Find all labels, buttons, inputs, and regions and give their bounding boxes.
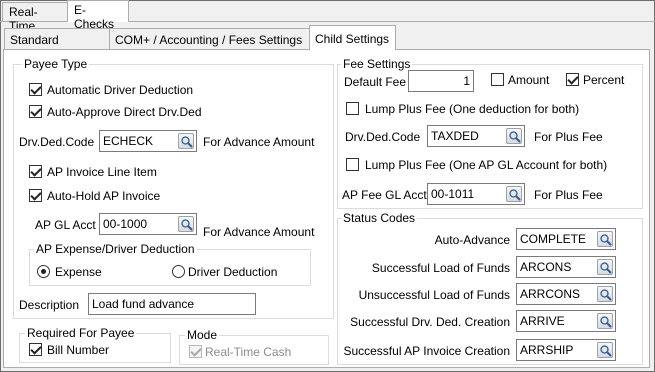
status-codes-legend: Status Codes (341, 211, 418, 225)
ap-invoice-line-item-checkbox[interactable] (29, 165, 42, 178)
ap-expense-driver-deduction-legend: AP Expense/Driver Deduction (34, 242, 197, 256)
successful-load-of-funds-value: ARCONS (520, 260, 572, 274)
ap-fee-gl-acct-field[interactable]: 00-1011 (427, 183, 525, 205)
tab-label: E-Checks (74, 3, 115, 31)
tab-label: COM+ / Accounting / Fees Settings (115, 33, 303, 47)
ap-invoice-line-item-label: AP Invoice Line Item (47, 165, 157, 179)
lump-plus-fee-gl-account-label: Lump Plus Fee (One AP GL Account for bot… (365, 158, 608, 172)
bill-number-label: Bill Number (47, 343, 110, 357)
fee-drv-ded-code-field[interactable]: TAXDED (427, 125, 525, 147)
successful-drv-ded-creation-label: Successful Drv. Ded. Creation (350, 315, 510, 329)
amount-checkbox[interactable] (491, 73, 504, 86)
tab-label: Child Settings (315, 32, 390, 46)
description-label: Description (19, 298, 80, 312)
for-plus-fee-label: For Plus Fee (534, 130, 603, 144)
fee-drv-ded-code-value: TAXDED (431, 129, 479, 143)
auto-hold-ap-invoice-label: Auto-Hold AP Invoice (47, 189, 161, 203)
lookup-icon[interactable] (178, 133, 194, 149)
auto-advance-label: Auto-Advance (434, 233, 510, 247)
lookup-icon[interactable] (597, 259, 613, 275)
fee-drv-ded-code-label: Drv.Ded.Code (345, 130, 421, 144)
drv-ded-code-field[interactable]: ECHECK (99, 130, 197, 152)
automatic-driver-deduction-label: Automatic Driver Deduction (47, 83, 194, 97)
successful-ap-invoice-creation-value: ARRSHIP (520, 343, 574, 357)
payee-type-legend: Payee Type (22, 57, 90, 71)
driver-deduction-radio[interactable] (172, 265, 185, 278)
for-advance-amount-label: For Advance Amount (203, 135, 315, 149)
lump-plus-fee-deduction-label: Lump Plus Fee (One deduction for both) (365, 102, 580, 116)
lump-plus-fee-deduction-checkbox[interactable] (346, 102, 359, 115)
bill-number-checkbox[interactable] (29, 343, 42, 356)
child-settings-panel: Payee Type Automatic Driver Deduction Au… (3, 49, 650, 368)
for-advance-amount-label-2: For Advance Amount (203, 225, 315, 239)
ap-fee-gl-acct-label: AP Fee GL Acct (342, 188, 427, 202)
lookup-icon[interactable] (597, 342, 613, 358)
lookup-icon[interactable] (506, 186, 522, 202)
automatic-driver-deduction-checkbox[interactable] (29, 83, 42, 96)
tab-com-accounting-fees-settings[interactable]: COM+ / Accounting / Fees Settings (109, 28, 310, 49)
auto-advance-field[interactable]: COMPLETE (516, 228, 616, 250)
lookup-icon[interactable] (597, 286, 613, 302)
default-fee-value: 1 (463, 74, 470, 88)
driver-deduction-label: Driver Deduction (188, 265, 278, 279)
description-field[interactable]: Load fund advance (88, 293, 256, 315)
for-plus-fee-label-2: For Plus Fee (534, 188, 603, 202)
lookup-icon[interactable] (597, 231, 613, 247)
expense-label: Expense (55, 265, 102, 279)
percent-label: Percent (583, 73, 625, 87)
lookup-icon[interactable] (506, 128, 522, 144)
successful-load-of-funds-field[interactable]: ARCONS (516, 256, 616, 278)
ap-gl-acct-value: 00-1000 (103, 217, 148, 231)
auto-approve-direct-drv-ded-label: Auto-Approve Direct Drv.Ded (47, 105, 202, 119)
real-time-cash-checkbox[interactable] (189, 345, 202, 358)
required-for-payee-legend: Required For Payee (25, 326, 137, 340)
unsuccessful-load-of-funds-label: Unsuccessful Load of Funds (358, 288, 510, 302)
auto-approve-direct-drv-ded-checkbox[interactable] (29, 105, 42, 118)
percent-checkbox[interactable] (566, 73, 579, 86)
expense-radio[interactable] (37, 265, 50, 278)
ap-gl-acct-field[interactable]: 00-1000 (99, 213, 197, 235)
unsuccessful-load-of-funds-value: ARRCONS (520, 287, 581, 301)
ap-gl-acct-label: AP GL Acct (35, 218, 96, 232)
lookup-icon[interactable] (178, 216, 194, 232)
successful-drv-ded-creation-field[interactable]: ARRIVE (516, 310, 616, 332)
tab-child-settings[interactable]: Child Settings (309, 25, 396, 50)
fee-settings-legend: Fee Settings (341, 57, 413, 71)
drv-ded-code-value: ECHECK (103, 134, 154, 148)
lookup-icon[interactable] (597, 313, 613, 329)
real-time-cash-label: Real-Time Cash (205, 345, 292, 359)
lump-plus-fee-gl-account-checkbox[interactable] (346, 158, 359, 171)
auto-hold-ap-invoice-checkbox[interactable] (29, 189, 42, 202)
drv-ded-code-label: Drv.Ded.Code (19, 135, 95, 149)
tab-e-checks[interactable]: E-Checks (67, 0, 129, 31)
tab-standard-settings[interactable]: Standard Settings (4, 28, 110, 61)
successful-load-of-funds-label: Successful Load of Funds (371, 261, 510, 275)
ap-fee-gl-acct-value: 00-1011 (431, 187, 475, 201)
amount-label: Amount (508, 73, 550, 87)
successful-drv-ded-creation-value: ARRIVE (520, 314, 565, 328)
auto-advance-value: COMPLETE (520, 232, 587, 246)
default-fee-field[interactable]: 1 (408, 70, 474, 92)
default-fee-label: Default Fee (344, 75, 407, 89)
unsuccessful-load-of-funds-field[interactable]: ARRCONS (516, 283, 616, 305)
mode-legend: Mode (185, 328, 220, 342)
successful-ap-invoice-creation-field[interactable]: ARRSHIP (516, 339, 616, 361)
description-value: Load fund advance (92, 297, 195, 311)
tab-real-time[interactable]: Real-Time (2, 2, 68, 33)
successful-ap-invoice-creation-label: Successful AP Invoice Creation (343, 344, 510, 358)
